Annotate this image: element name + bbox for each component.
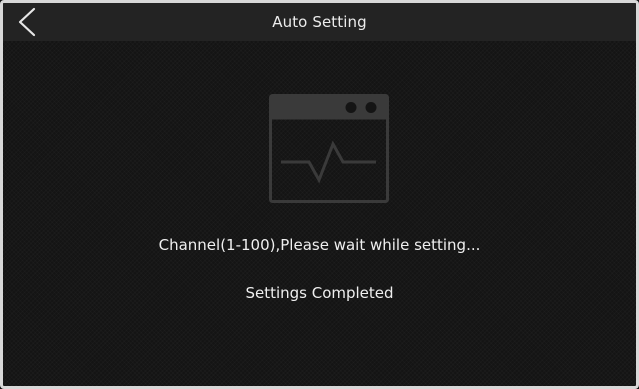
- auto-setting-screen: Auto Setting Channel(1-100),Please wait …: [0, 0, 639, 389]
- chevron-left-icon: [18, 7, 36, 37]
- title-bar: Auto Setting: [3, 3, 636, 41]
- completion-message: Settings Completed: [245, 284, 394, 302]
- progress-message: Channel(1-100),Please wait while setting…: [158, 236, 481, 254]
- window-waveform-icon: [269, 94, 389, 203]
- back-button[interactable]: [11, 5, 43, 39]
- page-title: Auto Setting: [272, 13, 367, 31]
